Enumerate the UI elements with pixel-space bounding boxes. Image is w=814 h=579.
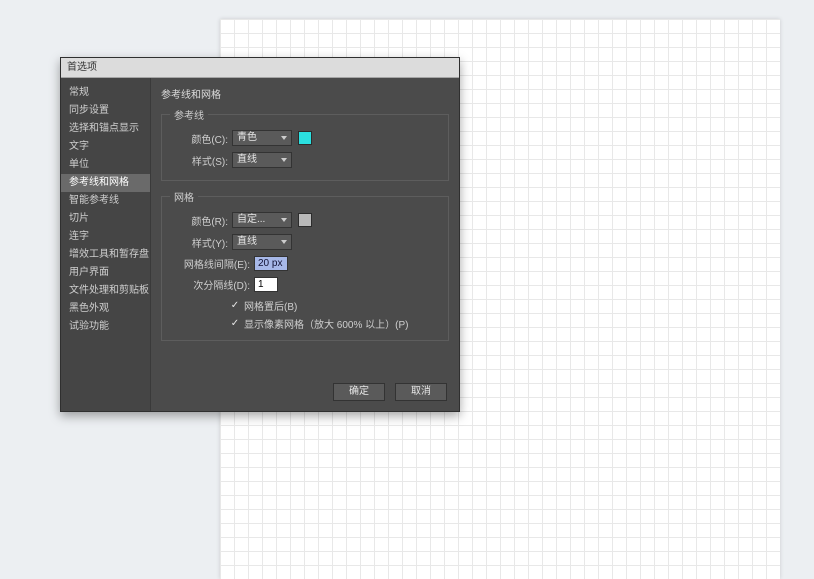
sidebar-item-hyphenation[interactable]: 连字 (61, 228, 150, 246)
grid-group: 网格 颜色(R): 自定... 样式(Y): 直线 网格线间隔(E): 20 p… (161, 189, 449, 341)
grid-legend: 网格 (170, 189, 198, 204)
preferences-content: 参考线和网格 参考线 颜色(C): 青色 样式(S): 直线 网格 颜色(R):… (151, 78, 459, 411)
check-icon: ✓ (230, 318, 240, 329)
dialog-title: 首选项 (67, 62, 97, 73)
grid-subdiv-label: 次分隔线(D): (170, 277, 250, 292)
guides-legend: 参考线 (170, 107, 208, 122)
sidebar-item-experimental[interactable]: 试验功能 (61, 318, 150, 336)
preferences-sidebar: 常规 同步设置 选择和锚点显示 文字 单位 参考线和网格 智能参考线 切片 连字… (61, 78, 151, 411)
sidebar-item-slices[interactable]: 切片 (61, 210, 150, 228)
grid-pixel-label: 显示像素网格（放大 600% 以上）(P) (244, 316, 408, 331)
guides-style-label: 样式(S): (170, 153, 228, 168)
sidebar-item-sync[interactable]: 同步设置 (61, 102, 150, 120)
preferences-dialog: 首选项 常规 同步设置 选择和锚点显示 文字 单位 参考线和网格 智能参考线 切… (60, 57, 460, 412)
grid-color-swatch[interactable] (298, 213, 312, 227)
dialog-footer: 确定 取消 (333, 383, 447, 401)
grid-style-select[interactable]: 直线 (232, 234, 292, 250)
sidebar-item-units[interactable]: 单位 (61, 156, 150, 174)
grid-pixel-checkbox[interactable]: ✓ 显示像素网格（放大 600% 以上）(P) (230, 316, 440, 331)
content-heading: 参考线和网格 (161, 86, 449, 101)
sidebar-item-selection[interactable]: 选择和锚点显示 (61, 120, 150, 138)
check-icon: ✓ (230, 300, 240, 311)
grid-color-select[interactable]: 自定... (232, 212, 292, 228)
guides-color-swatch[interactable] (298, 131, 312, 145)
guides-group: 参考线 颜色(C): 青色 样式(S): 直线 (161, 107, 449, 181)
grid-color-label: 颜色(R): (170, 213, 228, 228)
ok-button[interactable]: 确定 (333, 383, 385, 401)
sidebar-item-type[interactable]: 文字 (61, 138, 150, 156)
sidebar-item-black[interactable]: 黑色外观 (61, 300, 150, 318)
guides-color-label: 颜色(C): (170, 131, 228, 146)
sidebar-item-general[interactable]: 常规 (61, 84, 150, 102)
grid-subdiv-input[interactable]: 1 (254, 277, 278, 292)
dialog-titlebar[interactable]: 首选项 (61, 58, 459, 78)
guides-color-select[interactable]: 青色 (232, 130, 292, 146)
cancel-button[interactable]: 取消 (395, 383, 447, 401)
grid-style-label: 样式(Y): (170, 235, 228, 250)
guides-style-select[interactable]: 直线 (232, 152, 292, 168)
grid-spacing-label: 网格线间隔(E): (170, 256, 250, 271)
grid-back-label: 网格置后(B) (244, 298, 297, 313)
sidebar-item-guides-grid[interactable]: 参考线和网格 (61, 174, 150, 192)
sidebar-item-ui[interactable]: 用户界面 (61, 264, 150, 282)
sidebar-item-plugins[interactable]: 增效工具和暂存盘 (61, 246, 150, 264)
grid-back-checkbox[interactable]: ✓ 网格置后(B) (230, 298, 440, 313)
grid-spacing-input[interactable]: 20 px (254, 256, 288, 271)
sidebar-item-smart-guides[interactable]: 智能参考线 (61, 192, 150, 210)
sidebar-item-file-handling[interactable]: 文件处理和剪贴板 (61, 282, 150, 300)
